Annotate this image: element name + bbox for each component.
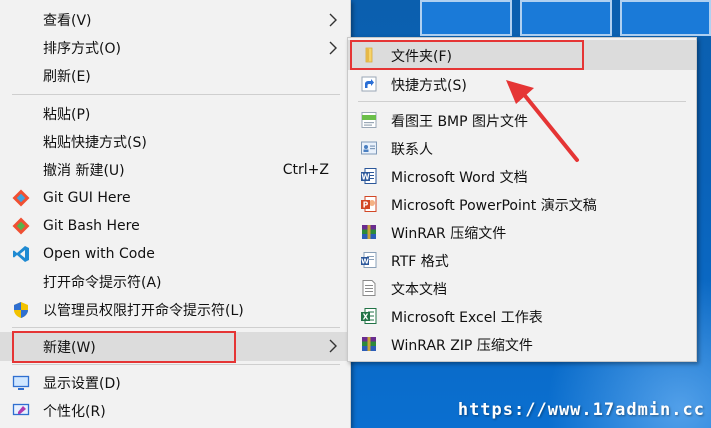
menu-item-label: 粘贴(P) xyxy=(43,107,91,123)
bmp-image-icon xyxy=(360,111,378,129)
menu-item-label: 排序方式(O) xyxy=(43,41,121,57)
menu-item-sort-by[interactable]: 排序方式(O) xyxy=(0,34,350,62)
winrar-icon xyxy=(360,223,378,241)
submenu-item-label: Microsoft PowerPoint 演示文稿 xyxy=(391,198,597,214)
menu-separator xyxy=(12,327,340,328)
submenu-item-label: 文本文档 xyxy=(391,282,447,298)
menu-item-git-bash[interactable]: Git Bash Here xyxy=(0,212,350,240)
word-icon: W xyxy=(360,167,378,185)
menu-item-shortcut: Ctrl+Z xyxy=(282,162,329,178)
menu-item-label: 显示设置(D) xyxy=(43,376,121,392)
menu-item-undo-new[interactable]: 撤消 新建(U) Ctrl+Z xyxy=(0,156,350,184)
svg-text:W: W xyxy=(361,172,370,181)
submenu-item-winrar-zip[interactable]: WinRAR ZIP 压缩文件 xyxy=(348,330,696,358)
submenu-item-label: 快捷方式(S) xyxy=(391,78,467,94)
submenu-item-powerpoint[interactable]: P Microsoft PowerPoint 演示文稿 xyxy=(348,190,696,218)
menu-item-display-settings[interactable]: 显示设置(D) xyxy=(0,369,350,397)
contact-icon xyxy=(360,139,378,157)
menu-item-label: 粘贴快捷方式(S) xyxy=(43,135,147,151)
submenu-item-label: WinRAR ZIP 压缩文件 xyxy=(391,338,533,354)
menu-item-label: Git Bash Here xyxy=(43,218,140,234)
windows-logo-tile xyxy=(520,0,612,36)
menu-item-paste-shortcut[interactable]: 粘贴快捷方式(S) xyxy=(0,128,350,156)
submenu-item-text-document[interactable]: 文本文档 xyxy=(348,274,696,302)
windows-logo-tile xyxy=(620,0,711,36)
uac-shield-icon xyxy=(12,301,30,319)
menu-item-open-cmd[interactable]: 打开命令提示符(A) xyxy=(0,268,350,296)
menu-item-view[interactable]: 查看(V) xyxy=(0,6,350,34)
submenu-item-label: Microsoft Word 文档 xyxy=(391,170,528,186)
watermark-text: https://www.17admin.cc xyxy=(457,400,705,420)
menu-separator xyxy=(12,94,340,95)
personalize-icon xyxy=(12,402,30,420)
git-gui-icon xyxy=(12,189,30,207)
submenu-item-word[interactable]: W Microsoft Word 文档 xyxy=(348,162,696,190)
svg-text:P: P xyxy=(363,200,369,209)
excel-icon: X xyxy=(360,307,378,325)
menu-item-label: 以管理员权限打开命令提示符(L) xyxy=(43,303,244,319)
display-settings-icon xyxy=(12,374,30,392)
submenu-item-folder[interactable]: 文件夹(F) xyxy=(348,40,696,70)
winrar-zip-icon xyxy=(360,335,378,353)
menu-item-label: 新建(W) xyxy=(43,339,96,356)
submenu-item-label: WinRAR 压缩文件 xyxy=(391,226,507,242)
menu-item-paste[interactable]: 粘贴(P) xyxy=(0,100,350,128)
vscode-icon xyxy=(12,245,30,263)
annotation-arrow xyxy=(506,80,579,162)
text-document-icon xyxy=(360,279,378,297)
submenu-item-label: 联系人 xyxy=(391,142,433,158)
desktop-context-menu: 查看(V) 排序方式(O) 刷新(E) 粘贴(P) 粘贴快捷方式(S) 撤消 新… xyxy=(0,0,351,428)
svg-text:W: W xyxy=(361,258,369,266)
shortcut-icon xyxy=(360,75,378,93)
menu-item-label: Open with Code xyxy=(43,246,155,262)
menu-item-label: 查看(V) xyxy=(43,13,92,29)
submenu-item-winrar[interactable]: WinRAR 压缩文件 xyxy=(348,218,696,246)
menu-item-git-gui[interactable]: Git GUI Here xyxy=(0,184,350,212)
windows-logo-tile xyxy=(420,0,512,36)
menu-item-open-with-code[interactable]: Open with Code xyxy=(0,240,350,268)
chevron-right-icon xyxy=(328,339,338,357)
submenu-item-label: 文件夹(F) xyxy=(391,49,452,65)
menu-item-open-cmd-admin[interactable]: 以管理员权限打开命令提示符(L) xyxy=(0,296,350,324)
submenu-item-rtf[interactable]: W RTF 格式 xyxy=(348,246,696,274)
menu-item-label: Git GUI Here xyxy=(43,190,131,206)
folder-icon xyxy=(360,46,378,64)
chevron-right-icon xyxy=(328,13,338,31)
svg-text:X: X xyxy=(363,312,369,321)
menu-item-label: 个性化(R) xyxy=(43,404,106,420)
menu-item-label: 打开命令提示符(A) xyxy=(43,275,162,291)
rtf-icon: W xyxy=(360,251,378,269)
menu-item-label: 撤消 新建(U) xyxy=(43,163,125,179)
menu-item-new[interactable]: 新建(W) xyxy=(0,332,350,361)
chevron-right-icon xyxy=(328,41,338,59)
menu-item-label: 刷新(E) xyxy=(43,69,91,85)
powerpoint-icon: P xyxy=(360,195,378,213)
menu-separator xyxy=(12,364,340,365)
menu-item-personalize[interactable]: 个性化(R) xyxy=(0,397,350,425)
menu-item-refresh[interactable]: 刷新(E) xyxy=(0,62,350,90)
git-bash-icon xyxy=(12,217,30,235)
submenu-item-excel[interactable]: X Microsoft Excel 工作表 xyxy=(348,302,696,330)
submenu-item-label: Microsoft Excel 工作表 xyxy=(391,310,543,326)
submenu-item-label: RTF 格式 xyxy=(391,254,449,270)
